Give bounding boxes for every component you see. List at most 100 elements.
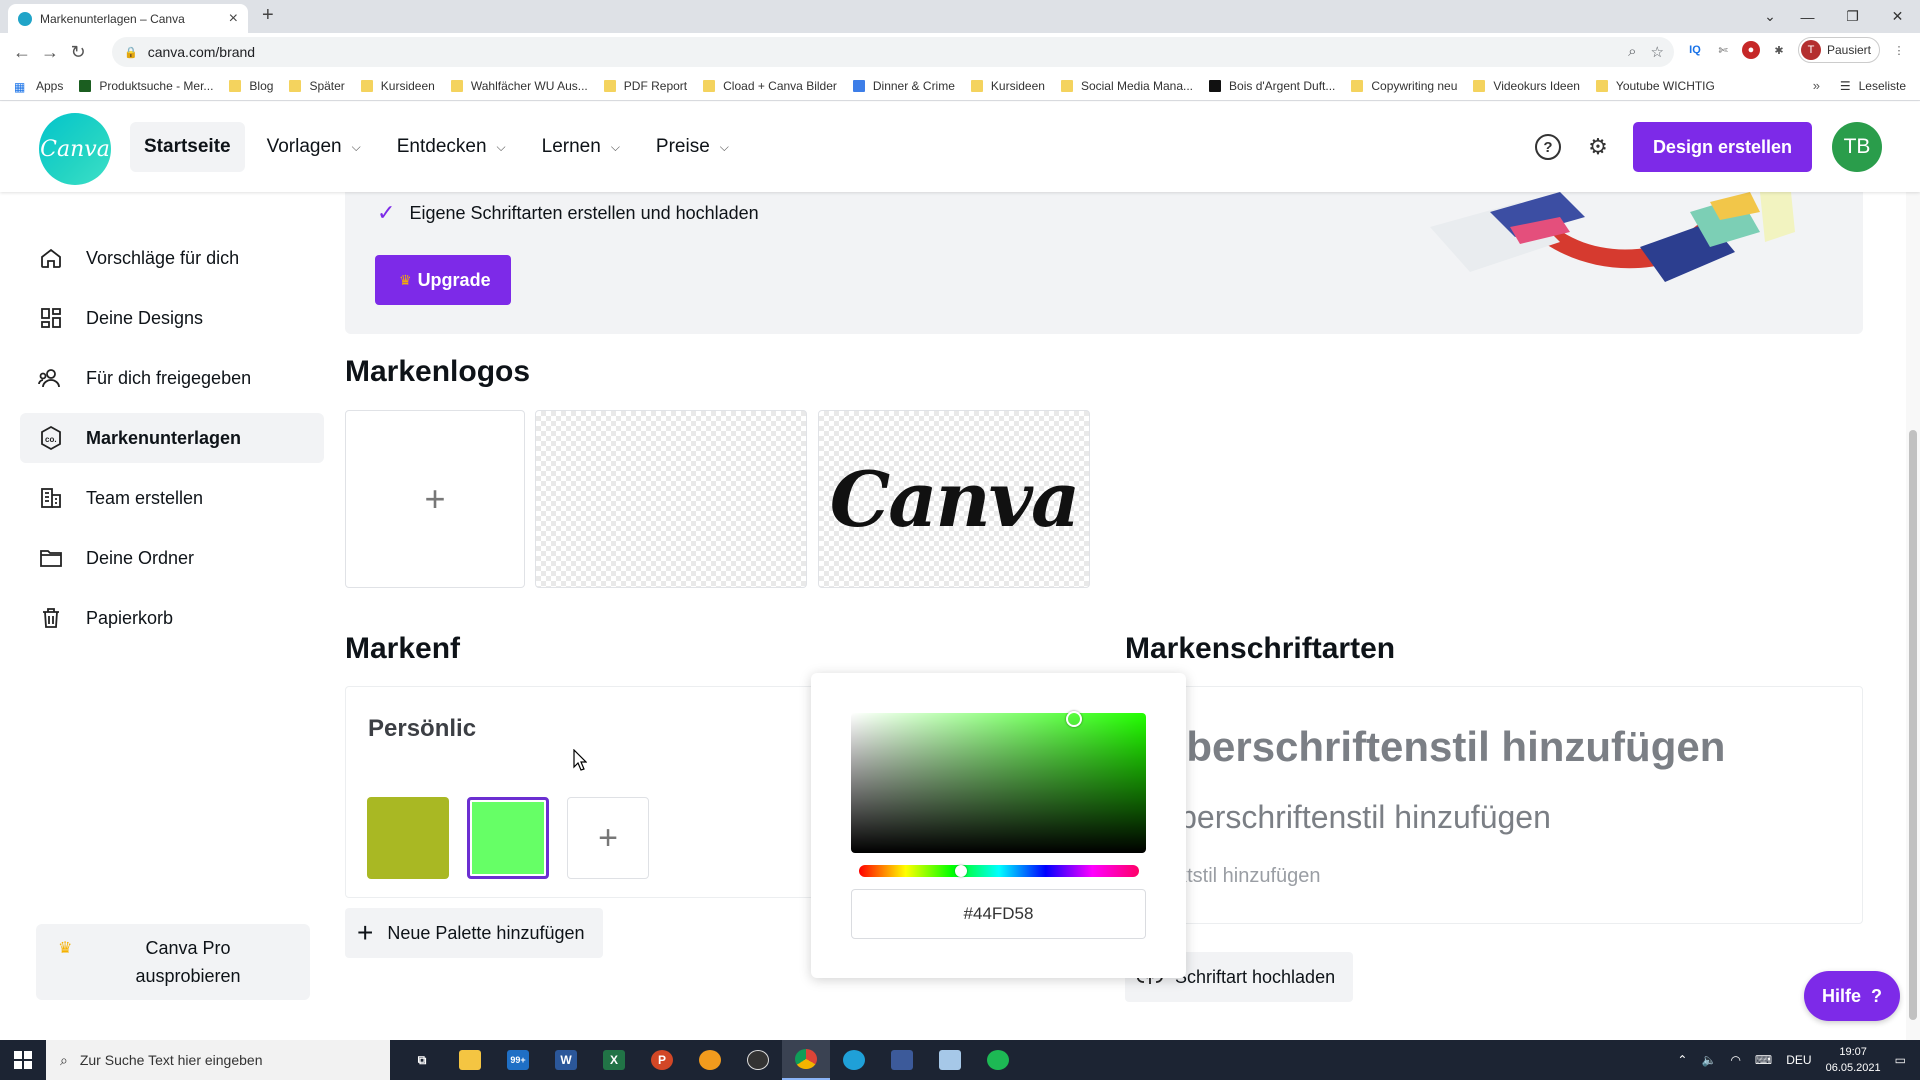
word-icon[interactable]: W [542, 1040, 590, 1080]
taskbar-search[interactable]: ⌕ Zur Suche Text hier eingeben [46, 1040, 390, 1080]
menu-dots-icon[interactable]: ⋮ [1890, 41, 1908, 59]
canva-logo[interactable]: Canva [39, 113, 111, 185]
crown-icon: ♛ [58, 940, 73, 957]
browser-tab-bar: Markenunterlagen – Canva × + ⌄ — ❐ ✕ [0, 0, 1920, 33]
saturation-handle[interactable] [1066, 711, 1082, 727]
color-swatch[interactable] [367, 797, 449, 879]
app-icon[interactable] [926, 1040, 974, 1080]
chrome-icon[interactable] [782, 1040, 830, 1080]
heading-style[interactable]: Überschriftenstil hinzufügen [1156, 723, 1725, 771]
upgrade-button[interactable]: ♛ Upgrade [375, 255, 511, 305]
new-tab-icon[interactable]: + [262, 4, 274, 27]
app-icon[interactable] [686, 1040, 734, 1080]
obs-icon[interactable] [734, 1040, 782, 1080]
restore-icon[interactable]: ❐ [1830, 8, 1875, 25]
bookmark-item[interactable]: ▦ Apps [14, 79, 63, 94]
adblock-extension-icon[interactable]: ● [1741, 41, 1760, 59]
url-field[interactable]: 🔒 canva.com/brand ⌕ ☆ [112, 37, 1674, 67]
bookmark-item[interactable]: Produktsuche - Mer... [79, 79, 213, 93]
bookmark-item[interactable]: Dinner & Crime [852, 79, 955, 93]
nav-lernen[interactable]: Lernen ⌵ [528, 122, 634, 172]
puzzle-icon[interactable]: ✱ [1770, 41, 1788, 59]
tray-chevron-icon[interactable]: ⌃ [1677, 1053, 1687, 1067]
sidebar-item-ordner[interactable]: Deine Ordner [20, 533, 324, 583]
saturation-value-area[interactable] [851, 711, 1146, 853]
bookmark-item[interactable]: PDF Report [603, 79, 687, 93]
back-icon[interactable]: ← [8, 42, 36, 63]
close-tab-icon[interactable]: × [229, 10, 238, 28]
mail-icon[interactable]: 99+ [494, 1040, 542, 1080]
page-scrollbar[interactable] [1906, 192, 1920, 1040]
sidebar-item-markenunterlagen[interactable]: co. Markenunterlagen [20, 413, 324, 463]
sidebar-item-team[interactable]: Team erstellen [20, 473, 324, 523]
extension-icon[interactable]: ✄ [1714, 41, 1732, 59]
bookmark-star-icon[interactable]: ☆ [1651, 43, 1664, 61]
reading-list-button[interactable]: ☰ Leseliste [1840, 71, 1906, 101]
fonts-card: Überschriftenstil hinzufügen Überschrift… [1125, 686, 1863, 924]
subheading-style[interactable]: Überschriftenstil hinzufügen [1156, 799, 1551, 836]
notifications-icon[interactable]: ▭ [1895, 1053, 1906, 1067]
powerpoint-icon[interactable]: P [638, 1040, 686, 1080]
browser-tab[interactable]: Markenunterlagen – Canva × [8, 4, 248, 33]
iq-extension-icon[interactable]: IQ [1686, 41, 1704, 59]
zoom-icon[interactable]: ⌕ [1628, 43, 1636, 61]
profile-button[interactable]: T Pausiert [1797, 37, 1880, 63]
minimize-icon[interactable]: — [1785, 9, 1830, 25]
excel-icon[interactable]: X [590, 1040, 638, 1080]
add-logo-button[interactable]: + [345, 410, 525, 588]
edge-icon[interactable] [830, 1040, 878, 1080]
bookmark-item[interactable]: Wahlfächer WU Aus... [450, 79, 588, 93]
add-color-button[interactable]: + [567, 797, 649, 879]
hue-slider[interactable] [859, 865, 1139, 877]
bookmark-item[interactable]: Cload + Canva Bilder [703, 79, 837, 93]
user-avatar[interactable]: TB [1832, 122, 1882, 172]
reload-icon[interactable]: ↻ [64, 42, 92, 63]
nav-vorlagen[interactable]: Vorlagen ⌵ [253, 122, 375, 172]
bookmark-item[interactable]: Kursideen [970, 79, 1045, 93]
logo-tile[interactable] [535, 410, 807, 588]
clock[interactable]: 19:07 06.05.2021 [1826, 1044, 1881, 1076]
design-erstellen-button[interactable]: Design erstellen [1632, 122, 1812, 172]
sidebar-item-freigegeben[interactable]: Für dich freigegeben [20, 353, 324, 403]
sidebar-item-designs[interactable]: Deine Designs [20, 293, 324, 343]
close-window-icon[interactable]: ✕ [1875, 8, 1920, 25]
file-explorer-icon[interactable] [446, 1040, 494, 1080]
volume-icon[interactable]: 🔈 [1701, 1053, 1716, 1067]
color-swatch-selected[interactable] [467, 797, 549, 879]
nav-entdecken[interactable]: Entdecken ⌵ [383, 122, 520, 172]
spotify-icon[interactable] [974, 1040, 1022, 1080]
hilfe-button[interactable]: Hilfe ? [1803, 971, 1900, 1021]
hue-handle[interactable] [955, 865, 967, 877]
windows-start-icon[interactable] [0, 1040, 46, 1080]
forward-icon[interactable]: → [36, 42, 64, 63]
scrollbar-thumb[interactable] [1909, 430, 1917, 1020]
bookmark-item[interactable]: Videokurs Ideen [1473, 79, 1580, 93]
bookmark-item[interactable]: Youtube WICHTIG [1595, 79, 1715, 93]
bookmark-label: Videokurs Ideen [1493, 78, 1580, 93]
sidebar-item-vorschlaege[interactable]: Vorschläge für dich [20, 233, 324, 283]
bookmark-item[interactable]: Blog [229, 79, 273, 93]
task-view-icon[interactable]: ⧉ [398, 1040, 446, 1080]
sidebar-item-papierkorb[interactable]: Papierkorb [20, 593, 324, 643]
canva-pro-cta[interactable]: ♛ Canva Pro ausprobieren [36, 924, 310, 1000]
keyboard-icon[interactable]: ⌨ [1755, 1053, 1772, 1067]
logo-tile[interactable]: Canva [818, 410, 1090, 588]
add-palette-button[interactable]: + Neue Palette hinzufügen [345, 908, 603, 958]
bookmark-item[interactable]: Später [289, 79, 345, 93]
wifi-icon[interactable]: ◠ [1730, 1053, 1740, 1067]
bookmark-item[interactable]: Social Media Mana... [1060, 79, 1193, 93]
nav-preise[interactable]: Preise ⌵ [642, 122, 743, 172]
help-icon[interactable]: ? [1533, 132, 1563, 162]
tab-search-icon[interactable]: ⌄ [1755, 8, 1785, 25]
hex-input[interactable]: #44FD58 [851, 889, 1146, 939]
language-indicator[interactable]: DEU [1786, 1053, 1811, 1067]
app-icon[interactable] [878, 1040, 926, 1080]
bookmark-item[interactable]: Bois d'Argent Duft... [1209, 79, 1335, 93]
chevron-down-icon: ⌵ [496, 139, 506, 154]
nav-startseite[interactable]: Startseite [130, 122, 245, 172]
bookmark-item[interactable]: Kursideen [360, 79, 435, 93]
profile-avatar: T [1800, 40, 1821, 60]
settings-gear-icon[interactable]: ⚙ [1583, 132, 1613, 162]
more-bookmarks-icon[interactable]: » [1813, 78, 1820, 93]
bookmark-item[interactable]: Copywriting neu [1351, 79, 1457, 93]
